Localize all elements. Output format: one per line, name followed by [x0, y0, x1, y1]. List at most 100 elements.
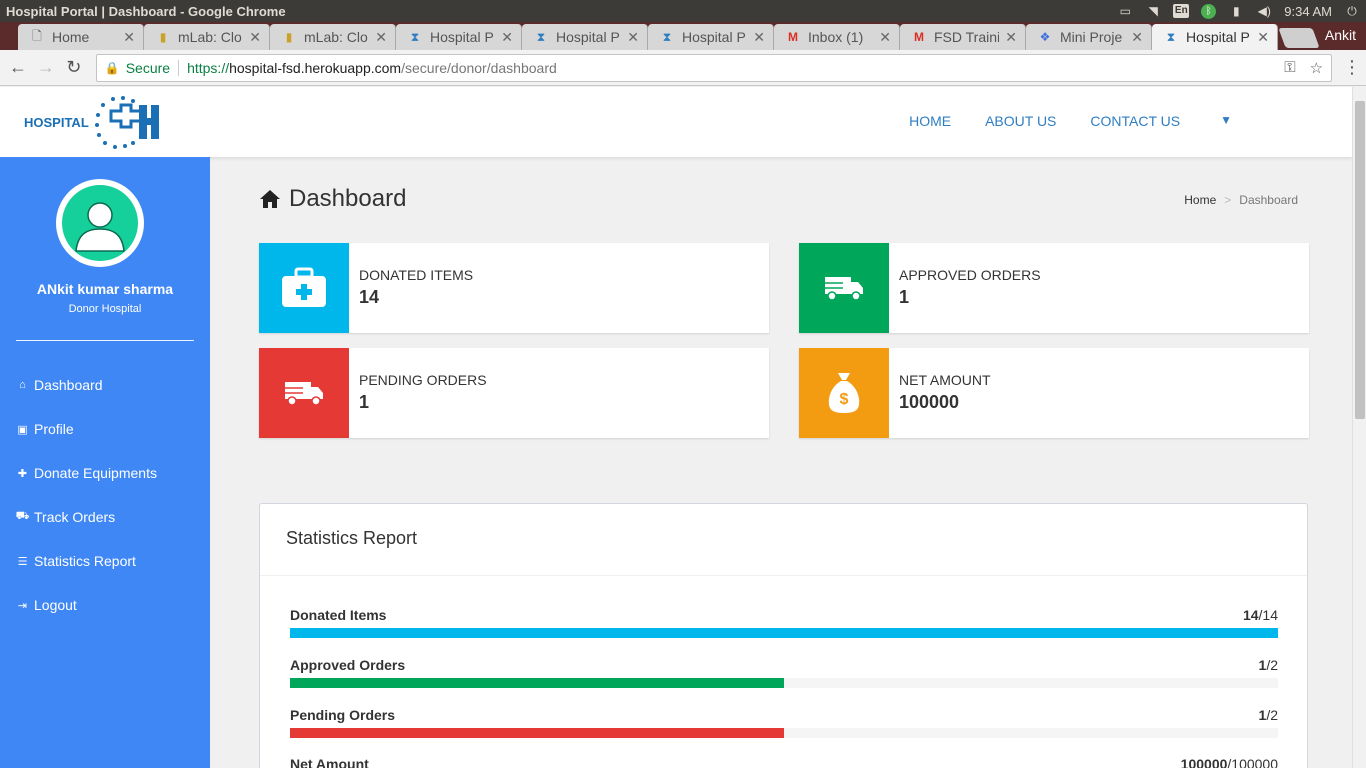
- stat-label: NET AMOUNT: [899, 372, 991, 388]
- progress-label: Donated Items: [290, 607, 387, 623]
- progress-value: 100000: [1180, 756, 1228, 768]
- hospital-tab-icon: ⧗: [662, 29, 672, 44]
- tab-4[interactable]: ⧗ Hospital P ✕: [522, 24, 648, 50]
- window-title: Hospital Portal | Dashboard - Google Chr…: [6, 3, 286, 19]
- sign-out-icon: ⇥: [17, 599, 28, 612]
- star-icon[interactable]: ☆: [1310, 59, 1323, 77]
- nav-home[interactable]: HOME: [909, 113, 951, 129]
- close-icon[interactable]: ✕: [753, 29, 765, 46]
- close-icon[interactable]: ✕: [879, 29, 891, 46]
- power-icon[interactable]: ⏻: [1344, 4, 1360, 18]
- progress-total: /100000: [1227, 756, 1278, 768]
- close-icon[interactable]: ✕: [501, 29, 513, 46]
- close-icon[interactable]: ✕: [627, 29, 639, 46]
- address-bar[interactable]: 🔒 Secure https://hospital-fsd.herokuapp.…: [95, 53, 1333, 82]
- tab-7[interactable]: M FSD Traini ✕: [900, 24, 1026, 50]
- sidebar-item-label: Dashboard: [34, 377, 103, 393]
- stat-value: 100000: [899, 392, 960, 412]
- system-tray: ▭ ◥ En ᛒ ▮ ◀) 9:34 AM ⏻: [1117, 3, 1366, 19]
- progress-donated-items: Donated Items 14/14: [290, 607, 1278, 638]
- sidebar-item-label: Statistics Report: [34, 553, 136, 569]
- tab-strip: 🗋 Home ✕ ▮ mLab: Clo ✕ ▮ mLab: Clo ✕ ⧗ H…: [0, 22, 1366, 50]
- battery-icon[interactable]: ▮: [1228, 4, 1244, 18]
- report-title: Statistics Report: [260, 504, 1307, 576]
- caret-down-icon[interactable]: ▼: [1220, 113, 1232, 129]
- progress-pending-orders: Pending Orders 1/2: [290, 707, 1278, 738]
- progress-total: /2: [1266, 707, 1278, 723]
- stat-card-net-amount: $ NET AMOUNT 100000: [799, 348, 1309, 438]
- new-tab-button[interactable]: [1278, 28, 1320, 48]
- back-arrow-icon[interactable]: ←: [4, 54, 32, 82]
- hospital-cross-icon: [94, 96, 159, 149]
- page-scrollbar[interactable]: [1352, 87, 1366, 768]
- url-path: /secure/donor/dashboard: [401, 59, 557, 76]
- stat-label: PENDING ORDERS: [359, 372, 487, 388]
- menu-dots-icon[interactable]: ⋮: [1338, 54, 1366, 82]
- screen-icon[interactable]: ▭: [1117, 4, 1133, 18]
- reload-icon[interactable]: ↻: [60, 54, 88, 82]
- progress-label: Net Amount: [290, 756, 369, 768]
- close-icon[interactable]: ✕: [1131, 29, 1143, 46]
- progress-bar: [290, 628, 1278, 638]
- sidebar-item-statistics-report[interactable]: ☰ Statistics Report: [16, 539, 157, 583]
- tab-3[interactable]: ⧗ Hospital P ✕: [396, 24, 522, 50]
- tab-0[interactable]: 🗋 Home ✕: [18, 24, 144, 50]
- clock[interactable]: 9:34 AM: [1284, 4, 1332, 19]
- keyboard-layout[interactable]: En: [1173, 4, 1190, 18]
- tab-5[interactable]: ⧗ Hospital P ✕: [648, 24, 774, 50]
- nav-contact-us[interactable]: CONTACT US: [1090, 113, 1180, 129]
- sidebar-item-track-orders[interactable]: ⛟ Track Orders: [16, 495, 157, 539]
- url-scheme: https://: [187, 59, 230, 76]
- stat-card-approved-orders: APPROVED ORDERS 1: [799, 243, 1309, 333]
- id-card-icon: ▣: [17, 423, 28, 436]
- sidebar-item-dashboard[interactable]: ⌂ Dashboard: [16, 363, 157, 407]
- close-icon[interactable]: ✕: [1257, 29, 1269, 46]
- money-bag-icon: $: [799, 348, 889, 438]
- stat-value: 1: [899, 287, 910, 307]
- tab-label: Hospital P: [430, 29, 494, 45]
- progress-total: /14: [1258, 607, 1278, 623]
- tab-9-active[interactable]: ⧗ Hospital P ✕: [1152, 24, 1278, 50]
- close-icon[interactable]: ✕: [249, 29, 261, 46]
- breadcrumb-home[interactable]: Home: [1184, 193, 1216, 207]
- bluetooth-icon[interactable]: ᛒ: [1201, 3, 1217, 19]
- nav-about-us[interactable]: ABOUT US: [985, 113, 1056, 129]
- sidebar-item-logout[interactable]: ⇥ Logout: [16, 583, 157, 627]
- dropbox-icon: ❖: [1039, 30, 1051, 44]
- browser-toolbar: ← → ↻ 🔒 Secure https://hospital-fsd.hero…: [0, 50, 1366, 86]
- tab-6[interactable]: M Inbox (1) ✕: [774, 24, 900, 50]
- tab-label: mLab: Clo: [178, 29, 242, 45]
- sidebar-item-profile[interactable]: ▣ Profile: [16, 407, 157, 451]
- site-nav: HOME ABOUT US CONTACT US ▼: [909, 113, 1232, 129]
- breadcrumb-separator: >: [1224, 193, 1232, 207]
- tab-2[interactable]: ▮ mLab: Clo ✕: [270, 24, 396, 50]
- tab-8[interactable]: ❖ Mini Proje ✕: [1026, 24, 1152, 50]
- close-icon[interactable]: ✕: [123, 29, 135, 46]
- lock-icon[interactable]: 🔒: [105, 61, 120, 75]
- hospital-logo[interactable]: HOSPITAL: [24, 95, 161, 149]
- progress-track: [290, 628, 1278, 638]
- url-host: hospital-fsd.herokuapp.com: [229, 59, 402, 76]
- sidebar-item-donate-equipments[interactable]: ✚ Donate Equipments: [16, 451, 157, 495]
- volume-icon[interactable]: ◀): [1256, 4, 1272, 18]
- sidebar-divider: [16, 340, 194, 341]
- scrollbar-thumb[interactable]: [1355, 101, 1365, 419]
- logo-text: HOSPITAL: [24, 114, 89, 130]
- close-icon[interactable]: ✕: [375, 29, 387, 46]
- stat-card-pending-orders: PENDING ORDERS 1: [259, 348, 769, 438]
- stat-label: DONATED ITEMS: [359, 267, 474, 283]
- stat-value: 1: [359, 392, 370, 412]
- tab-1[interactable]: ▮ mLab: Clo ✕: [144, 24, 270, 50]
- key-icon[interactable]: ⚿: [1284, 59, 1295, 77]
- progress-net-amount: Net Amount 100000/100000: [290, 756, 1278, 768]
- user-role: Donor Hospital: [68, 303, 142, 315]
- sidebar-menu: ⌂ Dashboard ▣ Profile ✚ Donate Equipment…: [16, 363, 157, 627]
- tab-label: Hospital P: [556, 29, 620, 45]
- sidebar-item-label: Logout: [34, 597, 77, 613]
- profile-name[interactable]: Ankit: [1325, 27, 1356, 43]
- close-icon[interactable]: ✕: [1005, 29, 1017, 46]
- secure-label[interactable]: Secure: [126, 59, 180, 76]
- wifi-icon[interactable]: ◥: [1145, 4, 1161, 18]
- list-icon: ☰: [17, 555, 28, 568]
- forward-arrow-icon[interactable]: →: [32, 54, 60, 82]
